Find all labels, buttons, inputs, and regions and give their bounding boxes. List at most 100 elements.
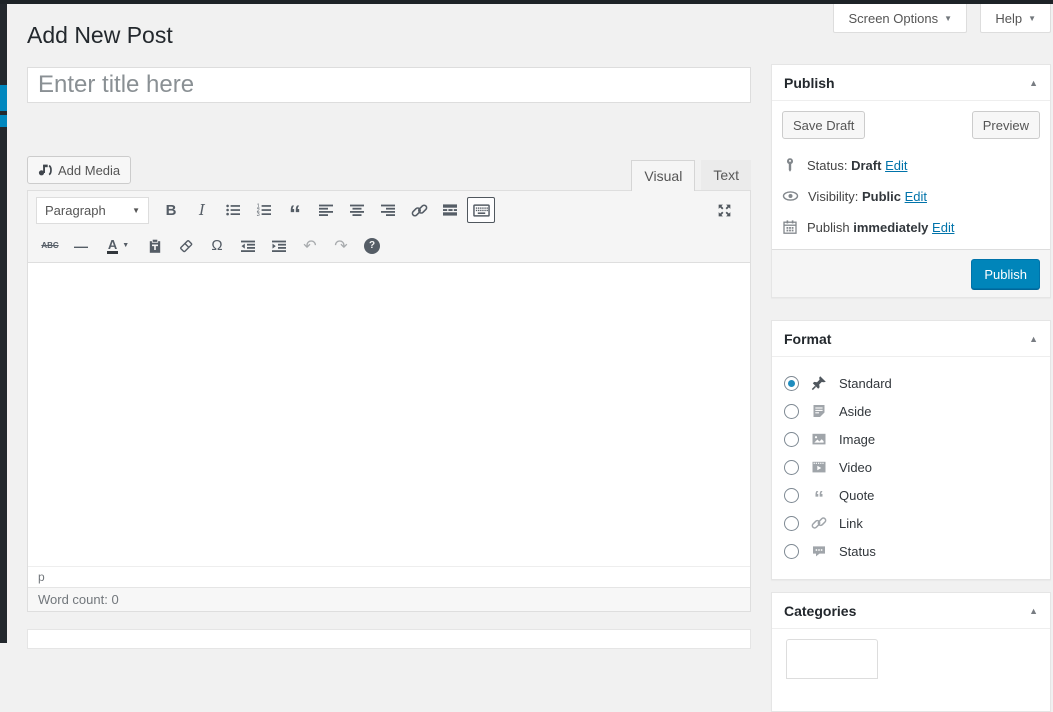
align-right-icon bbox=[380, 202, 396, 218]
toolbar-row-2: ABC — A ▼ bbox=[36, 229, 750, 262]
svg-text:3: 3 bbox=[257, 212, 260, 218]
italic-button[interactable]: I bbox=[188, 197, 216, 223]
link-chain-icon bbox=[809, 515, 829, 531]
status-pin-icon bbox=[782, 157, 798, 173]
categories-tab-partial[interactable] bbox=[786, 639, 878, 679]
word-count-bar: Word count: 0 bbox=[28, 587, 750, 611]
text-color-button[interactable]: A ▼ bbox=[98, 233, 138, 259]
collapse-arrow-icon[interactable]: ▲ bbox=[1029, 78, 1038, 88]
align-right-button[interactable] bbox=[374, 197, 402, 223]
numbered-list-icon: 123 bbox=[256, 202, 272, 218]
bold-button[interactable]: B bbox=[157, 197, 185, 223]
publish-time-label: Publish bbox=[807, 220, 850, 235]
publish-panel-header[interactable]: Publish ▲ bbox=[772, 65, 1050, 101]
save-draft-button[interactable]: Save Draft bbox=[782, 111, 865, 139]
status-row: Status: Draft Edit bbox=[782, 157, 1040, 173]
strikethrough-icon: ABC bbox=[41, 241, 58, 250]
toolbar-toggle-button[interactable] bbox=[467, 197, 495, 223]
schedule-text: Publish immediately Edit bbox=[807, 220, 954, 235]
collapse-arrow-icon[interactable]: ▲ bbox=[1029, 606, 1038, 616]
admin-menu-highlight-2 bbox=[0, 115, 7, 127]
radio-standard[interactable] bbox=[784, 376, 799, 391]
post-title-input[interactable] bbox=[27, 67, 751, 103]
tab-visual[interactable]: Visual bbox=[631, 160, 695, 191]
redo-icon: ↷ bbox=[334, 236, 347, 256]
add-media-label: Add Media bbox=[58, 163, 120, 178]
radio-image[interactable] bbox=[784, 432, 799, 447]
publish-panel-title: Publish bbox=[784, 75, 835, 91]
edit-visibility-link[interactable]: Edit bbox=[905, 189, 927, 204]
screen-options-button[interactable]: Screen Options ▼ bbox=[833, 4, 967, 33]
strikethrough-button[interactable]: ABC bbox=[36, 233, 64, 259]
editor-mode-tabs: Visual Text bbox=[631, 160, 751, 190]
omega-icon: Ω bbox=[211, 237, 222, 254]
read-more-icon bbox=[442, 202, 458, 218]
outdent-icon bbox=[240, 238, 256, 254]
categories-panel-header[interactable]: Categories ▲ bbox=[772, 593, 1050, 629]
visibility-text: Visibility: Public Edit bbox=[808, 189, 927, 204]
calendar-icon bbox=[782, 219, 798, 235]
radio-aside[interactable] bbox=[784, 404, 799, 419]
bulleted-list-icon bbox=[225, 202, 241, 218]
post-content-area[interactable] bbox=[28, 263, 750, 566]
align-center-button[interactable] bbox=[343, 197, 371, 223]
paragraph-format-select[interactable]: Paragraph ▼ bbox=[36, 197, 149, 224]
format-panel-header[interactable]: Format ▲ bbox=[772, 321, 1050, 357]
special-character-button[interactable]: Ω bbox=[203, 233, 231, 259]
publish-panel: Publish ▲ Save Draft Preview Status: Dra… bbox=[771, 64, 1051, 298]
undo-button[interactable]: ↶ bbox=[296, 233, 324, 259]
radio-video[interactable] bbox=[784, 460, 799, 475]
outdent-button[interactable] bbox=[234, 233, 262, 259]
insert-link-button[interactable] bbox=[405, 197, 433, 223]
paragraph-select-label: Paragraph bbox=[45, 203, 106, 218]
align-center-icon bbox=[349, 202, 365, 218]
radio-quote[interactable] bbox=[784, 488, 799, 503]
redo-button[interactable]: ↷ bbox=[327, 233, 355, 259]
collapse-arrow-icon[interactable]: ▲ bbox=[1029, 334, 1038, 344]
visibility-label: Visibility: bbox=[808, 189, 858, 204]
bulleted-list-button[interactable] bbox=[219, 197, 247, 223]
blockquote-button[interactable]: “ bbox=[281, 197, 309, 223]
fullscreen-arrows-icon bbox=[716, 202, 733, 219]
categories-panel-title: Categories bbox=[784, 603, 856, 619]
distraction-free-button[interactable] bbox=[710, 197, 738, 223]
format-option-status: Status bbox=[784, 537, 1038, 565]
add-media-button[interactable]: Add Media bbox=[27, 156, 131, 184]
indent-button[interactable] bbox=[265, 233, 293, 259]
align-left-icon bbox=[318, 202, 334, 218]
format-option-video: Video bbox=[784, 453, 1038, 481]
publish-panel-body: Save Draft Preview Status: Draft Edit bbox=[772, 101, 1050, 249]
paste-as-text-button[interactable] bbox=[141, 233, 169, 259]
tab-text[interactable]: Text bbox=[701, 160, 751, 190]
toolbar-row-1: Paragraph ▼ B I 123 bbox=[36, 191, 750, 229]
post-editor: Add Media Visual Text Paragraph ▼ B bbox=[27, 155, 751, 612]
media-icon bbox=[36, 162, 53, 178]
insert-more-tag-button[interactable] bbox=[436, 197, 464, 223]
admin-menu-highlight bbox=[0, 85, 7, 111]
chevron-down-icon: ▼ bbox=[132, 206, 140, 215]
clear-formatting-button[interactable] bbox=[172, 233, 200, 259]
image-icon bbox=[809, 431, 829, 447]
numbered-list-button[interactable]: 123 bbox=[250, 197, 278, 223]
publish-button[interactable]: Publish bbox=[971, 259, 1040, 289]
editor-frame: Paragraph ▼ B I 123 bbox=[27, 190, 751, 612]
keyboard-shortcuts-button[interactable]: ? bbox=[358, 233, 386, 259]
help-button[interactable]: Help ▼ bbox=[980, 4, 1051, 33]
edit-status-link[interactable]: Edit bbox=[885, 158, 907, 173]
keyboard-icon bbox=[473, 202, 490, 219]
align-left-button[interactable] bbox=[312, 197, 340, 223]
format-option-link: Link bbox=[784, 509, 1038, 537]
video-icon bbox=[809, 459, 829, 475]
format-panel-title: Format bbox=[784, 331, 831, 347]
tab-text-label: Text bbox=[713, 167, 739, 183]
format-label: Standard bbox=[839, 376, 892, 391]
chevron-down-icon: ▼ bbox=[122, 242, 129, 249]
preview-button[interactable]: Preview bbox=[972, 111, 1040, 139]
status-label: Status: bbox=[807, 158, 847, 173]
quote-icon: “ bbox=[809, 487, 829, 503]
edit-schedule-link[interactable]: Edit bbox=[932, 220, 954, 235]
radio-status[interactable] bbox=[784, 544, 799, 559]
horizontal-rule-button[interactable]: — bbox=[67, 233, 95, 259]
radio-link[interactable] bbox=[784, 516, 799, 531]
format-label: Video bbox=[839, 460, 872, 475]
